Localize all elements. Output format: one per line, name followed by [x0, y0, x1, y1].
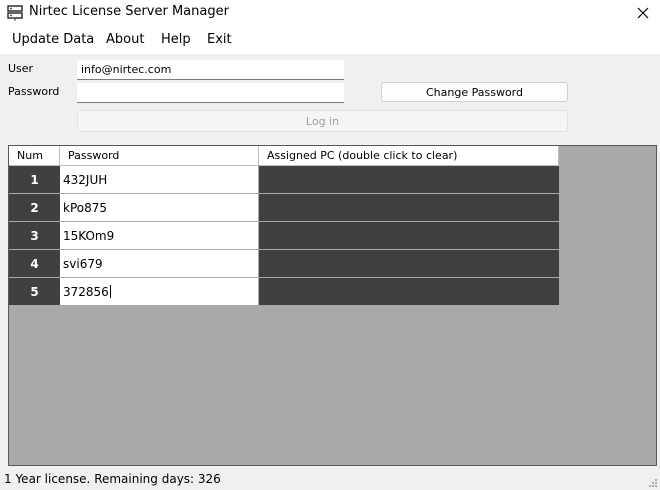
assigned-pc-cell[interactable] [259, 250, 559, 278]
column-header-password[interactable]: Password [60, 146, 259, 166]
server-icon [7, 5, 23, 21]
menu-about[interactable]: About [106, 32, 144, 47]
menu-update-data[interactable]: Update Data [12, 32, 94, 47]
password-cell[interactable]: kPo875 [60, 194, 259, 222]
title-bar: Nirtec License Server Manager [0, 0, 660, 26]
login-button[interactable]: Log in [77, 110, 568, 132]
password-cell-text: 372856 [63, 285, 109, 299]
resize-grip-icon[interactable] [648, 478, 658, 488]
user-label: User [8, 62, 34, 75]
column-header-num[interactable]: Num [9, 146, 60, 166]
row-header[interactable]: 3 [9, 222, 60, 250]
menu-help[interactable]: Help [161, 32, 191, 47]
license-table: Num Password Assigned PC (double click t… [8, 145, 657, 466]
user-input[interactable] [77, 60, 344, 80]
menu-exit[interactable]: Exit [207, 32, 232, 47]
menu-bar: Update Data About Help Exit [0, 26, 660, 54]
row-header[interactable]: 2 [9, 194, 60, 222]
close-icon [637, 7, 649, 19]
row-header[interactable]: 1 [9, 166, 60, 194]
change-password-button[interactable]: Change Password [381, 82, 568, 102]
assigned-pc-cell[interactable] [259, 166, 559, 194]
assigned-pc-cell[interactable] [259, 194, 559, 222]
row-header[interactable]: 5 [9, 278, 60, 306]
password-input[interactable] [77, 83, 344, 103]
row-header[interactable]: 4 [9, 250, 60, 278]
assigned-pc-cell[interactable] [259, 278, 559, 306]
password-label: Password [8, 85, 60, 98]
status-bar: 1 Year license. Remaining days: 326 [0, 468, 660, 490]
close-button[interactable] [626, 0, 660, 26]
text-caret [109, 285, 111, 298]
assigned-pc-cell[interactable] [259, 222, 559, 250]
window-title: Nirtec License Server Manager [29, 4, 229, 19]
license-status: 1 Year license. Remaining days: 326 [4, 472, 221, 486]
password-cell-editing[interactable]: 372856 [60, 278, 259, 306]
password-cell[interactable]: 15KOm9 [60, 222, 259, 250]
password-cell[interactable]: svi679 [60, 250, 259, 278]
password-cell[interactable]: 432JUH [60, 166, 259, 194]
column-header-assigned-pc[interactable]: Assigned PC (double click to clear) [259, 146, 559, 166]
